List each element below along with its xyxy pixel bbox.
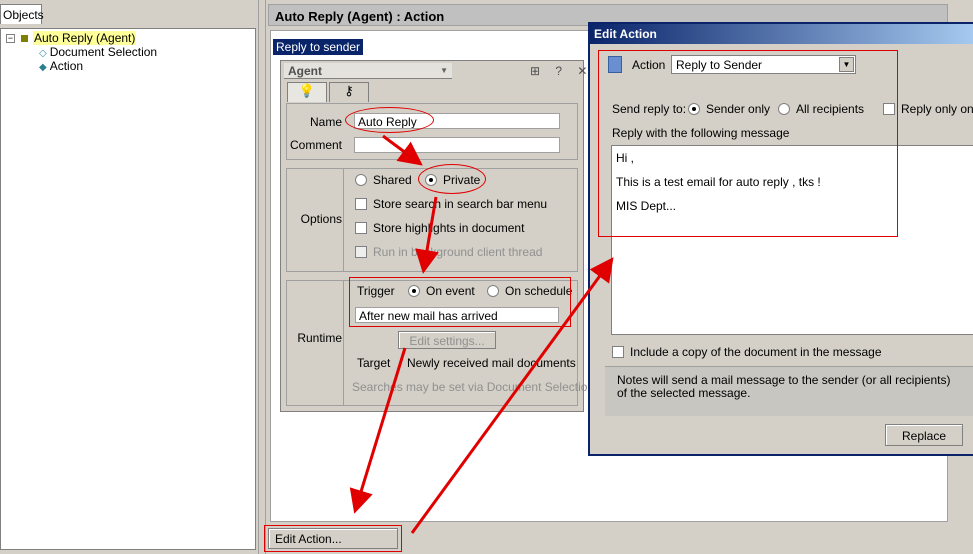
info-text: Notes will send a mail message to the se… [605, 366, 973, 416]
diamond-filled-icon: ◆ [39, 62, 47, 73]
diamond-outline-icon: ◇ [39, 48, 47, 59]
checkbox-store-search[interactable]: Store search in search bar menu [355, 197, 547, 211]
target-label: Target [357, 356, 391, 370]
radio-shared[interactable]: Shared [355, 173, 412, 187]
annotation-box-dialog [598, 50, 898, 237]
comment-label: Comment [290, 138, 343, 152]
tree-item-auto-reply[interactable]: Auto Reply (Agent) [21, 31, 137, 45]
checkbox-run-background: Run in background client thread [355, 245, 542, 259]
selected-text[interactable]: Reply to sender [273, 39, 364, 55]
tab-objects[interactable]: Objects [0, 4, 44, 24]
checkbox-store-highlights[interactable]: Store highlights in document [355, 221, 524, 235]
annotation-ellipse-name [345, 107, 434, 133]
lightbulb-icon: 💡 [298, 83, 316, 98]
tab-basics[interactable]: 💡 [287, 82, 327, 102]
replace-button[interactable]: Replace [885, 424, 963, 446]
key-icon: ⚷ [344, 83, 354, 98]
panel-controls[interactable]: ⊞ ? ✕ [530, 64, 593, 78]
tab-security[interactable]: ⚷ [329, 82, 369, 102]
chevron-down-icon[interactable]: ▼ [440, 66, 448, 75]
runtime-label: Runtime [297, 331, 342, 345]
name-label: Name [309, 115, 342, 129]
annotation-box-trigger [349, 277, 571, 327]
searches-note: Searches may be set via Document Selecti… [352, 380, 595, 394]
checkbox-include-copy[interactable]: Include a copy of the document in the me… [612, 345, 882, 359]
annotation-ellipse-private [418, 164, 486, 194]
annotation-box-edit-action [264, 525, 402, 552]
tree-item-document-selection[interactable]: ◇ Document Selection [39, 45, 157, 59]
target-value: Newly received mail documents [407, 356, 576, 370]
collapse-icon[interactable]: − [6, 34, 15, 43]
agent-panel-title[interactable]: Agent ▼ [284, 63, 452, 79]
comment-field[interactable] [354, 137, 560, 153]
options-label: Options [300, 212, 342, 226]
objects-tree-pane: − Auto Reply (Agent) ◇ Document Selection… [0, 28, 256, 550]
agent-icon [21, 35, 28, 42]
pane-splitter[interactable] [258, 0, 266, 554]
tree-item-action[interactable]: ◆ Action [39, 59, 83, 73]
edit-settings-button: Edit settings... [398, 331, 496, 349]
dialog-title[interactable]: Edit Action [590, 24, 973, 44]
